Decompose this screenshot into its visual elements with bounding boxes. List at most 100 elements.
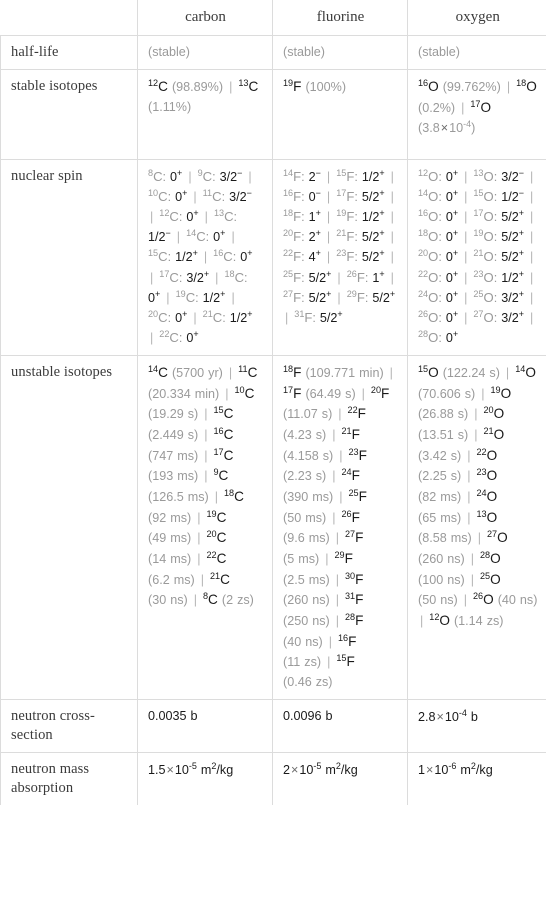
- isotope-label: 15F: [336, 653, 355, 670]
- spin-value: 5/2+: [361, 188, 385, 205]
- separator: |: [464, 290, 468, 305]
- cell-unstable-isotopes-oxygen: 15O (122.24 s) | 14O (70.606 s) | 19O (2…: [407, 355, 546, 701]
- isotope-label: 12O:: [418, 167, 442, 184]
- separator: |: [215, 270, 219, 285]
- separator: |: [338, 407, 342, 422]
- abundance-f19: (100%): [305, 79, 347, 94]
- isotope-label: 23F:: [336, 248, 358, 265]
- separator: |: [326, 190, 331, 205]
- isotope-label: 23F: [348, 446, 367, 463]
- spin-value: 0+: [445, 308, 459, 325]
- separator: |: [204, 469, 208, 484]
- half-life-value: (13.51 s): [418, 428, 469, 443]
- half-life-value: (50 ms): [283, 510, 327, 525]
- abundance-c13: (1.11%): [148, 99, 192, 114]
- half-life-value: (2.25 s): [418, 469, 462, 484]
- separator: |: [193, 310, 197, 325]
- spin-value: 1/2+: [361, 208, 385, 225]
- spin-value: 5/2+: [372, 288, 396, 305]
- isotope-label: 15C: [213, 405, 234, 422]
- spin-value: 5/2+: [308, 268, 332, 285]
- half-life-value: (260 ns): [283, 593, 330, 608]
- neutron-mass-absorption-fluorine-value: 2×10-5 m2/kg: [283, 760, 358, 777]
- neutron-cross-section-oxygen-value: 2.8×10-4 b: [418, 708, 478, 725]
- separator: |: [529, 290, 534, 305]
- separator: |: [176, 230, 181, 245]
- half-life-oxygen-value: (stable): [418, 44, 460, 59]
- separator: |: [464, 230, 468, 245]
- isotope-o17: 17O: [470, 98, 492, 115]
- isotope-label: 27F:: [283, 288, 305, 305]
- separator: |: [464, 169, 468, 184]
- isotope-label: 17C: [213, 446, 234, 463]
- isotope-label: 21C: [209, 570, 230, 587]
- cell-neutron-mass-absorption-oxygen: 1×10-6 m2/kg: [407, 751, 546, 805]
- isotope-label: 28O:: [418, 329, 442, 346]
- cell-stable-isotopes-oxygen: 16O (99.762%) | 18O (0.2%) | 17O (3.8×10…: [407, 68, 546, 160]
- separator: |: [529, 310, 534, 325]
- half-life-value: (82 ms): [418, 490, 462, 505]
- table-row: stable isotopes 12C (98.89%) | 13C (1.11…: [0, 68, 546, 160]
- isotope-o16: 16O: [418, 77, 439, 94]
- isotope-label: 12C:: [159, 208, 183, 225]
- half-life-value: (126.5 ms): [148, 490, 209, 505]
- half-life-value: (14 ms): [148, 552, 192, 567]
- isotope-label: 20O: [483, 405, 505, 422]
- half-life-value: (92 ms): [148, 510, 192, 525]
- half-life-value: (40 ns): [497, 593, 538, 608]
- half-life-value: (260 ns): [418, 552, 465, 567]
- isotope-label: 10C: [234, 384, 255, 401]
- spin-value: 1+: [308, 208, 321, 225]
- isotope-label: 8C:: [148, 167, 167, 184]
- isotope-label: 14C:: [186, 228, 210, 245]
- isotope-label: 19O:: [473, 228, 498, 245]
- separator: |: [467, 490, 471, 505]
- isotope-label: 26F: [341, 508, 360, 525]
- isotope-label: 21F:: [336, 228, 358, 245]
- half-life-value: (9.6 ms): [283, 531, 330, 546]
- separator: |: [390, 190, 394, 205]
- separator: |: [464, 210, 468, 225]
- isotope-f19: 19F: [283, 77, 302, 94]
- isotope-label: 16F: [337, 632, 357, 649]
- spin-value: 4+: [308, 248, 321, 265]
- separator: |: [150, 331, 154, 346]
- separator: |: [335, 614, 339, 629]
- cell-neutron-mass-absorption-carbon: 1.5×10-5 m2/kg: [137, 751, 273, 805]
- row-label-stable-isotopes: stable isotopes: [0, 68, 138, 160]
- isotope-label: 27F: [344, 529, 364, 546]
- table-row: unstable isotopes 14C (5700 yr) | 11C (2…: [0, 355, 546, 701]
- isotope-label: 16C: [213, 426, 234, 443]
- isotope-label: 22C: [206, 550, 227, 567]
- separator: |: [332, 428, 336, 443]
- isotope-label: 12O: [429, 612, 450, 629]
- separator: |: [231, 230, 235, 245]
- separator: |: [481, 386, 485, 401]
- spin-value: 1/2+: [501, 268, 524, 285]
- cell-neutron-mass-absorption-fluorine: 2×10-5 m2/kg: [272, 751, 408, 805]
- isotope-label: 15F:: [336, 167, 358, 184]
- abundance-o17: (3.8×10-4): [418, 119, 476, 136]
- isotope-label: 28F: [344, 612, 364, 629]
- half-life-fluorine-value: (stable): [283, 44, 325, 59]
- spin-value: 5/2+: [361, 248, 385, 265]
- cell-nuclear-spin-fluorine: 14F: 2− | 15F: 1/2+ | 16F: 0− | 17F: 5/2…: [272, 158, 408, 357]
- spin-value: 5/2+: [501, 208, 524, 225]
- abundance-o18: (0.2%): [418, 100, 456, 115]
- separator: |: [203, 250, 208, 265]
- separator: |: [337, 290, 341, 305]
- spin-value: 0+: [445, 228, 459, 245]
- table-row: half-life (stable) (stable) (stable): [0, 34, 546, 70]
- separator: |: [193, 593, 197, 608]
- separator: |: [150, 210, 154, 225]
- separator: |: [339, 448, 343, 463]
- isotope-label: 27O:: [473, 308, 498, 325]
- isotope-label: 22F: [347, 405, 366, 422]
- spin-value: 0+: [213, 228, 226, 245]
- half-life-value: (11 zs): [283, 655, 322, 670]
- isotope-label: 23O:: [473, 268, 498, 285]
- separator: |: [326, 210, 331, 225]
- spin-value: 5/2+: [319, 308, 343, 325]
- separator: |: [326, 250, 331, 265]
- separator: |: [339, 490, 343, 505]
